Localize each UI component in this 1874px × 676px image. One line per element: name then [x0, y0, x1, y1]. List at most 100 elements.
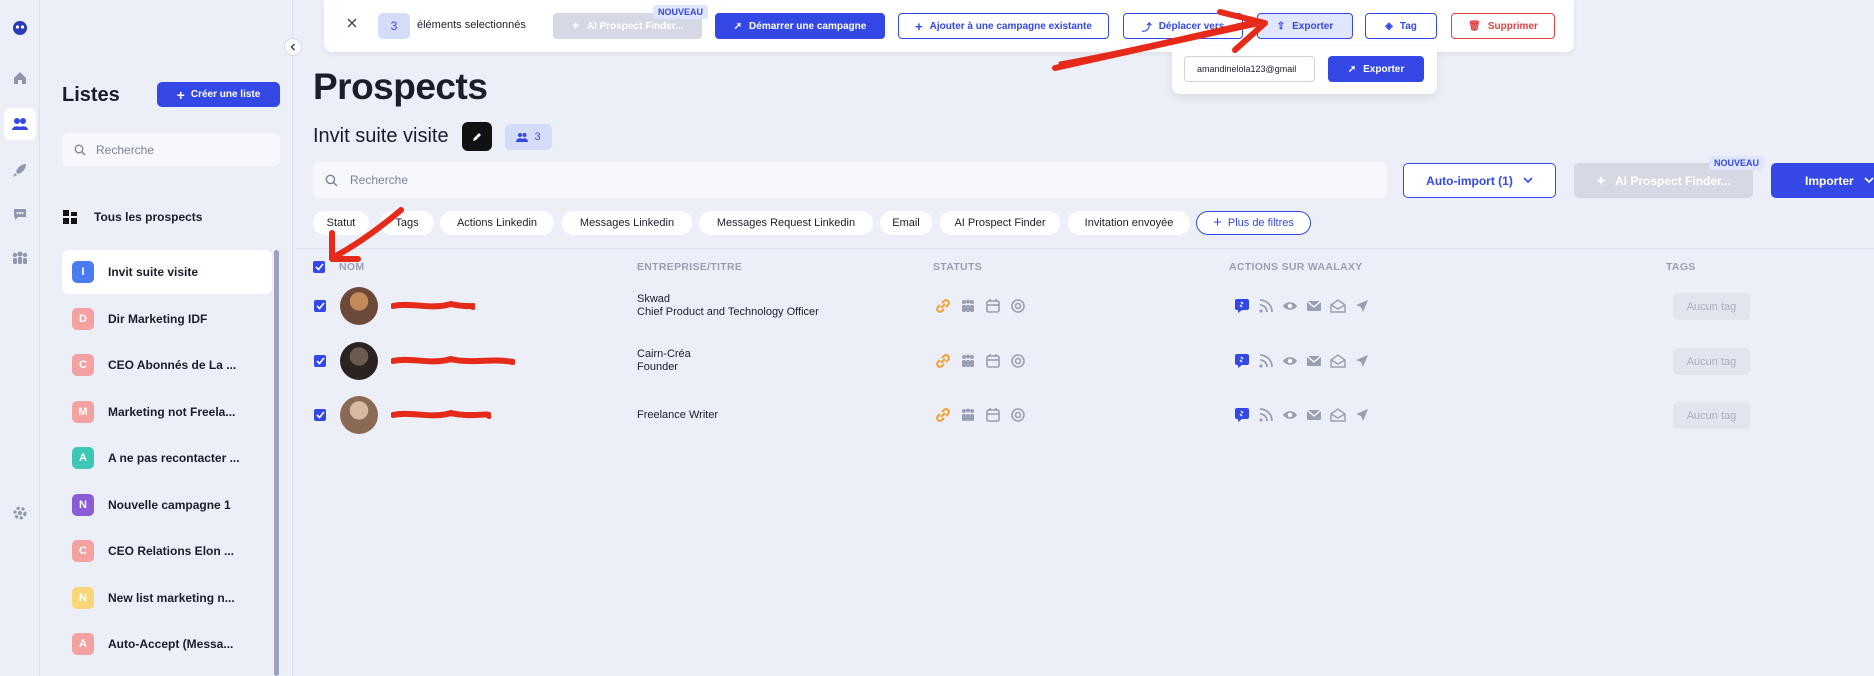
edit-list-button[interactable] — [462, 122, 492, 151]
list-item[interactable]: M Marketing not Freela... — [62, 390, 272, 434]
company-name: Cairn-Créa — [637, 348, 691, 360]
open-mail-icon[interactable] — [1330, 298, 1346, 317]
add-existing-campaign-button[interactable]: + Ajouter à une campagne existante — [898, 13, 1109, 39]
filter-chip[interactable]: Tags — [380, 211, 434, 235]
avatar[interactable] — [340, 342, 378, 380]
avatar[interactable] — [340, 287, 378, 325]
filter-chip[interactable]: Invitation envoyée — [1068, 211, 1190, 235]
linkedin-message-icon[interactable] — [1234, 353, 1250, 372]
linkedin-message-icon[interactable] — [1234, 298, 1250, 317]
follow-rss-icon[interactable] — [1258, 298, 1274, 317]
start-campaign-button[interactable]: ➚ Démarrer une campagne — [715, 13, 885, 39]
delete-button[interactable]: 🗑 Supprimer — [1451, 13, 1555, 39]
list-item[interactable]: N New list marketing n... — [62, 576, 272, 620]
export-confirm-button[interactable]: ➚ Exporter — [1328, 56, 1424, 82]
list-item[interactable]: N Nouvelle campagne 1 — [62, 483, 272, 527]
plus-icon: + — [915, 18, 923, 34]
group-icon — [960, 407, 976, 426]
export-popover: amandinelola123@gmail ➚ Exporter — [1172, 46, 1437, 94]
table-row[interactable]: Cairn-Créa Founder Aucun tag — [313, 336, 1873, 386]
send-icon[interactable] — [1354, 353, 1370, 372]
email-at-icon — [1010, 298, 1026, 317]
all-prospects-item[interactable]: Tous les prospects — [62, 200, 202, 234]
waalaxy-logo-icon[interactable] — [8, 16, 32, 40]
filter-chip[interactable]: Messages Request Linkedin — [699, 211, 873, 235]
column-header-actions[interactable]: ACTIONS SUR WAALAXY — [1229, 261, 1362, 273]
linkedin-message-icon[interactable] — [1234, 407, 1250, 426]
column-header-tags[interactable]: TAGS — [1666, 261, 1696, 273]
prospects-icon[interactable] — [4, 108, 36, 140]
list-item[interactable]: D Dir Marketing IDF — [62, 297, 272, 341]
list-item[interactable]: I Invit suite visite — [62, 250, 272, 294]
row-checkbox[interactable] — [314, 300, 326, 312]
list-item-label: A ne pas recontacter ... — [108, 451, 240, 465]
job-title: Freelance Writer — [637, 409, 719, 421]
email-icon[interactable] — [1306, 353, 1322, 372]
status-icons — [935, 407, 1026, 426]
list-item[interactable]: A Auto-Accept (Messa... — [62, 622, 272, 666]
column-header-entreprise[interactable]: ENTREPRISE/TITRE — [637, 261, 742, 273]
lists-scrollbar[interactable] — [274, 250, 279, 676]
ai-finder-label: AI Prospect Finder... — [586, 20, 684, 32]
send-icon[interactable] — [1354, 298, 1370, 317]
nouveau-badge: NOUVEAU — [653, 5, 709, 19]
list-item[interactable]: C CEO Relations Elon ... — [62, 529, 272, 573]
row-checkbox[interactable] — [314, 355, 326, 367]
move-to-button[interactable]: ⤴ Déplacer vers — [1123, 13, 1243, 39]
tag-pill[interactable]: Aucun tag — [1673, 348, 1750, 375]
filter-chip[interactable]: Statut — [313, 211, 369, 235]
rocket-icon[interactable] — [8, 158, 32, 182]
lists-search-input[interactable]: Recherche — [62, 133, 280, 166]
status-icons — [935, 298, 1026, 317]
filter-chip[interactable]: Actions Linkedin — [440, 211, 554, 235]
auto-import-button[interactable]: Auto-import (1) — [1403, 163, 1556, 198]
filter-chip[interactable]: AI Prospect Finder — [940, 211, 1060, 235]
send-icon[interactable] — [1354, 407, 1370, 426]
select-all-checkbox[interactable] — [313, 261, 325, 273]
tag-pill[interactable]: Aucun tag — [1673, 293, 1750, 320]
export-button[interactable]: ⇪ Exporter — [1257, 13, 1353, 39]
column-header-nom[interactable]: NOM — [339, 261, 364, 273]
open-mail-icon[interactable] — [1330, 407, 1346, 426]
import-button[interactable]: Importer — [1771, 163, 1874, 198]
edit-icon — [473, 132, 481, 141]
settings-gear-icon[interactable] — [8, 501, 32, 525]
rocket-icon: ➚ — [733, 20, 743, 32]
team-icon[interactable] — [8, 246, 32, 270]
tag-label: Tag — [1399, 20, 1417, 32]
row-checkbox[interactable] — [314, 409, 326, 421]
messages-icon[interactable] — [8, 202, 32, 226]
follow-rss-icon[interactable] — [1258, 353, 1274, 372]
follow-rss-icon[interactable] — [1258, 407, 1274, 426]
visit-eye-icon[interactable] — [1282, 298, 1298, 317]
search-icon — [74, 144, 86, 155]
list-item[interactable]: C CEO Abonnés de La ... — [62, 343, 272, 387]
close-selection-icon[interactable] — [346, 17, 358, 32]
list-count-badge: 3 — [505, 124, 552, 150]
collapse-sidebar-button[interactable] — [284, 38, 302, 56]
tag-button[interactable]: ◈ Tag — [1365, 13, 1437, 39]
visit-eye-icon[interactable] — [1282, 353, 1298, 372]
more-filters-button[interactable]: + Plus de filtres — [1196, 211, 1311, 235]
waalaxy-action-icons — [1234, 353, 1370, 372]
visit-eye-icon[interactable] — [1282, 407, 1298, 426]
trash-icon: 🗑 — [1468, 20, 1481, 32]
table-row[interactable]: Skwad Chief Product and Technology Office… — [313, 281, 1873, 331]
list-item[interactable]: A A ne pas recontacter ... — [62, 436, 272, 480]
create-list-button[interactable]: + Créer une liste — [157, 82, 280, 107]
column-header-statuts[interactable]: STATUTS — [933, 261, 982, 273]
prospects-search-input[interactable]: Recherche — [313, 162, 1387, 198]
filter-chip[interactable]: Messages Linkedin — [562, 211, 692, 235]
filter-chip[interactable]: Email — [880, 211, 932, 235]
table-row[interactable]: Freelance Writer Aucun tag — [313, 390, 1873, 440]
send-icon: ➚ — [1347, 63, 1357, 75]
list-item-label: New list marketing n... — [108, 590, 235, 605]
avatar[interactable] — [340, 396, 378, 434]
email-icon[interactable] — [1306, 407, 1322, 426]
export-email-field[interactable]: amandinelola123@gmail — [1184, 56, 1315, 82]
home-icon[interactable] — [8, 66, 32, 90]
open-mail-icon[interactable] — [1330, 353, 1346, 372]
email-icon[interactable] — [1306, 298, 1322, 317]
share-icon: ⤴ — [1141, 22, 1152, 34]
tag-pill[interactable]: Aucun tag — [1673, 402, 1750, 429]
